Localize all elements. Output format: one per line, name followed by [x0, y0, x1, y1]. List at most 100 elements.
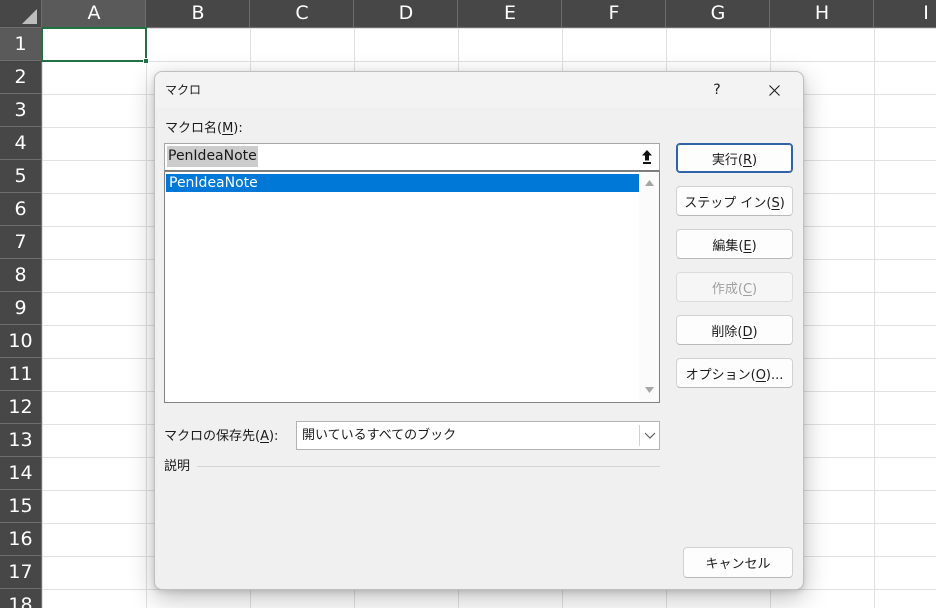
macro-list-scrollbar[interactable]: [639, 172, 659, 402]
access-key-underline: E: [743, 238, 752, 254]
dropdown-toggle[interactable]: [640, 422, 659, 449]
step-into-button-label: ステップ イン(S): [684, 195, 785, 211]
options-button-label: オプション(O)...: [685, 367, 784, 383]
macro-name-label: マクロ名(M):: [165, 121, 243, 136]
column-header-f[interactable]: F: [562, 0, 666, 28]
column-header-label: D: [398, 2, 414, 24]
close-icon: [768, 84, 780, 96]
row-header-label: 7: [14, 232, 27, 253]
access-key-underline: D: [742, 324, 753, 340]
row-header-16[interactable]: 16: [0, 523, 42, 556]
dialog-title: マクロ: [165, 83, 202, 97]
row-header-label: 18: [8, 595, 33, 608]
access-key-underline: S: [771, 195, 780, 211]
column-header-label: E: [503, 2, 517, 24]
row-header-label: 2: [14, 67, 27, 88]
excel-window: ABCDEFGHI 1 2 3 4 5 6 7 8 9 10 11 12 13 14 15 16 17 18 マク…: [0, 0, 936, 608]
macro-name-collapse-button[interactable]: [636, 145, 658, 169]
up-arrow-bar-icon: [642, 150, 652, 164]
scroll-up-arrow-icon: [644, 180, 654, 186]
dialog-title-bar[interactable]: マクロ ?: [155, 72, 803, 108]
row-header-label: 4: [14, 133, 27, 154]
options-button[interactable]: オプション(O)...: [676, 358, 793, 388]
row-header-3[interactable]: 3: [0, 94, 42, 127]
column-header-a[interactable]: A: [42, 0, 146, 28]
column-header-e[interactable]: E: [458, 0, 562, 28]
row-header-9[interactable]: 9: [0, 292, 42, 325]
select-all-button[interactable]: [0, 0, 42, 28]
row-header-10[interactable]: 10: [0, 325, 42, 358]
macro-dialog: マクロ ? マクロ名(M): PenIdeaNote PenIdeaNote マ…: [154, 71, 804, 590]
row-header-17[interactable]: 17: [0, 556, 42, 589]
row-header-6[interactable]: 6: [0, 193, 42, 226]
fill-handle[interactable]: [143, 58, 149, 64]
row-header-label: 16: [8, 529, 33, 550]
cancel-button[interactable]: キャンセル: [683, 547, 793, 578]
row-header-label: 5: [14, 166, 27, 187]
row-header-label: 14: [8, 463, 33, 484]
row-header-label: 15: [8, 496, 33, 517]
help-button-label: ?: [713, 82, 721, 98]
row-header-18[interactable]: 18: [0, 589, 42, 608]
description-label: 説明: [164, 459, 191, 474]
column-header-g[interactable]: G: [666, 0, 770, 28]
row-header-label: 9: [14, 298, 27, 319]
row-header-2[interactable]: 2: [0, 61, 42, 94]
row-header-label: 11: [8, 364, 33, 385]
row-header-12[interactable]: 12: [0, 391, 42, 424]
macro-list-item[interactable]: PenIdeaNote: [166, 174, 639, 192]
macro-list[interactable]: PenIdeaNote: [164, 171, 660, 403]
run-button-label: 実行(R): [711, 152, 758, 168]
chevron-down-icon: [644, 432, 655, 439]
column-header-h[interactable]: H: [770, 0, 874, 28]
create-button-label: 作成(C): [711, 281, 758, 297]
row-header-1[interactable]: 1: [0, 28, 42, 61]
column-header-label: B: [191, 2, 205, 24]
row-header-label: 12: [8, 397, 33, 418]
column-header-label: C: [295, 2, 309, 24]
macro-name-value: PenIdeaNote: [167, 146, 258, 167]
row-header-bar: 1 2 3 4 5 6 7 8 9 10 11 12 13 14 15 16 17 18: [0, 28, 42, 608]
row-header-7[interactable]: 7: [0, 226, 42, 259]
select-all-triangle-icon: [22, 9, 37, 24]
column-header-label: F: [608, 2, 620, 24]
row-header-4[interactable]: 4: [0, 127, 42, 160]
scroll-down-arrow-icon: [644, 387, 654, 393]
macro-name-input[interactable]: PenIdeaNote: [164, 143, 660, 171]
macro-location-value: 開いているすべてのブック: [302, 428, 457, 443]
access-key-underline: R: [742, 152, 753, 168]
run-button[interactable]: 実行(R): [676, 143, 793, 173]
access-key-underline: A: [260, 429, 269, 444]
cancel-button-label: キャンセル: [705, 557, 771, 572]
row-header-5[interactable]: 5: [0, 160, 42, 193]
delete-button[interactable]: 削除(D): [676, 315, 793, 345]
macro-location-select[interactable]: 開いているすべてのブック: [296, 421, 660, 450]
close-button[interactable]: [751, 72, 797, 108]
row-header-14[interactable]: 14: [0, 457, 42, 490]
column-header-bar: A B C D E F G H I: [42, 0, 936, 28]
row-header-11[interactable]: 11: [0, 358, 42, 391]
active-cell-border: [41, 27, 147, 62]
row-header-label: 8: [14, 265, 27, 286]
delete-button-label: 削除(D): [711, 324, 758, 340]
column-header-i[interactable]: I: [874, 0, 936, 28]
row-header-label: 6: [14, 199, 27, 220]
column-header-c[interactable]: C: [250, 0, 354, 28]
row-header-8[interactable]: 8: [0, 259, 42, 292]
column-header-label: H: [814, 2, 830, 24]
access-key-underline: C: [742, 281, 753, 297]
help-button[interactable]: ?: [694, 72, 740, 108]
edit-button[interactable]: 編集(E): [676, 229, 793, 259]
row-header-15[interactable]: 15: [0, 490, 42, 523]
macro-location-label: マクロの保存先(A):: [164, 429, 279, 444]
scroll-up-button[interactable]: [644, 178, 654, 188]
row-header-label: 1: [14, 34, 27, 55]
scroll-down-button[interactable]: [644, 385, 654, 395]
row-header-label: 10: [8, 331, 33, 352]
column-header-d[interactable]: D: [354, 0, 458, 28]
create-button[interactable]: 作成(C): [676, 272, 793, 302]
row-header-13[interactable]: 13: [0, 424, 42, 457]
column-header-b[interactable]: B: [146, 0, 250, 28]
step-into-button[interactable]: ステップ イン(S): [676, 186, 793, 216]
column-header-label: A: [87, 2, 101, 24]
